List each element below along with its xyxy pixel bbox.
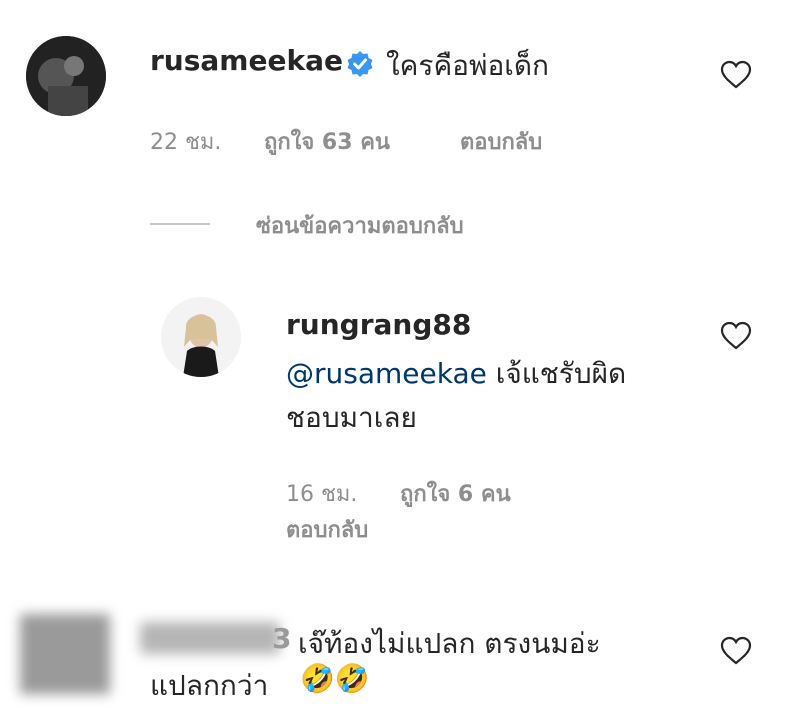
- reply-button[interactable]: ตอบกลับ: [286, 512, 368, 547]
- reply-button[interactable]: ตอบกลับ: [460, 124, 542, 159]
- reply-text-line1: @rusameekae เจ้แชรับผิด: [286, 352, 626, 396]
- divider-line: [150, 223, 210, 225]
- avatar-image: [161, 297, 241, 377]
- emoji-rofl: 🤣🤣: [300, 662, 370, 695]
- avatar-blurred[interactable]: [20, 614, 110, 694]
- comment-time[interactable]: 22 ชม.: [150, 124, 221, 159]
- mention-link[interactable]: @rusameekae: [286, 357, 487, 390]
- reply-username[interactable]: rungrang88: [286, 308, 471, 341]
- reply-time[interactable]: 16 ชม.: [286, 476, 357, 511]
- verified-badge-icon: [346, 50, 374, 78]
- avatar-image: [26, 36, 106, 116]
- comment-username[interactable]: rusameekae: [150, 44, 343, 77]
- avatar-rungrang88[interactable]: [161, 297, 241, 377]
- heart-icon[interactable]: [720, 321, 752, 351]
- comment-text-line2: แปลกกว่า: [150, 669, 269, 702]
- reply-text-line2: ชอบมาเลย: [286, 401, 417, 434]
- avatar-rusameekae[interactable]: [26, 36, 106, 116]
- comment-text: ใครคือพ่อเด็ก: [386, 49, 549, 82]
- reply-likes[interactable]: ถูกใจ 6 คน: [400, 476, 511, 511]
- reply-text: เจ้แชรับผิด: [495, 357, 627, 390]
- blurred-username: [140, 622, 280, 654]
- hide-replies-button[interactable]: ซ่อนข้อความตอบกลับ: [256, 208, 464, 243]
- comment-likes[interactable]: ถูกใจ 63 คน: [264, 124, 390, 159]
- heart-icon[interactable]: [720, 60, 752, 90]
- comment-text: เจ๊ท้องไม่แปลก ตรงนมอ่ะ: [298, 627, 601, 660]
- heart-icon[interactable]: [720, 636, 752, 666]
- username-partial: 3: [272, 622, 292, 655]
